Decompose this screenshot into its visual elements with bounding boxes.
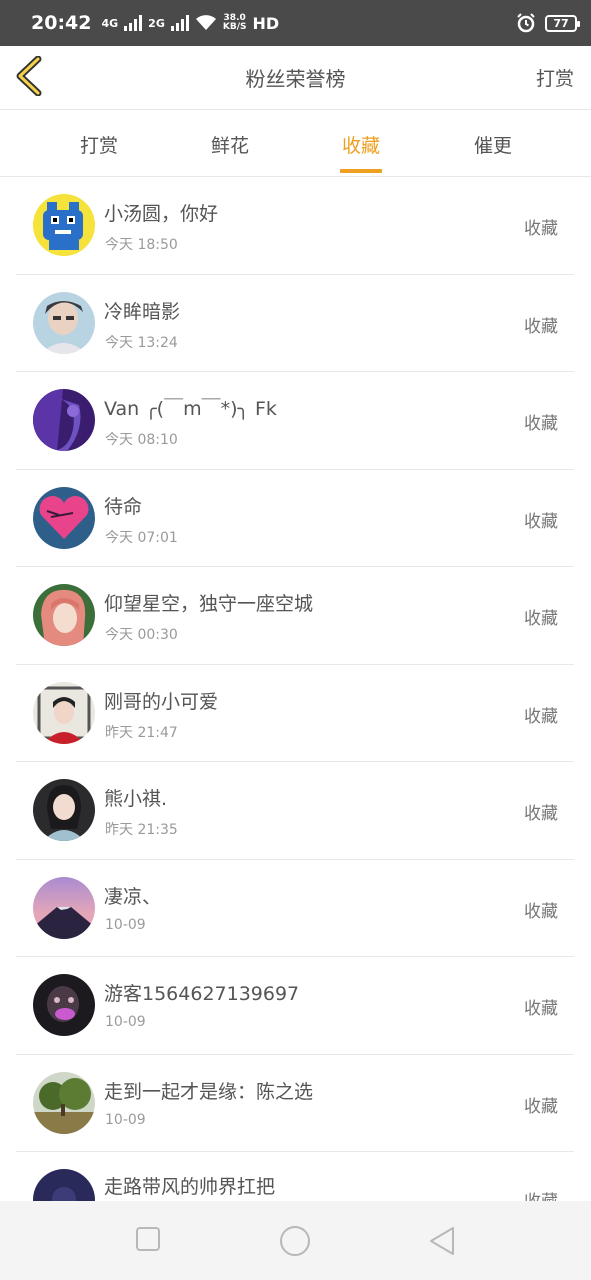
chevron-left-icon (16, 56, 42, 96)
fan-name: 刚哥的小可爱 (104, 690, 219, 713)
reward-button[interactable]: 打赏 (536, 64, 574, 91)
active-tab-indicator (340, 169, 382, 173)
fan-action-label: 收藏 (524, 511, 558, 532)
list-item[interactable]: 冷眸暗影 今天 13:24 收藏 (16, 275, 574, 372)
network-indicators: 4G 2G 38.0 KB/S HD (101, 14, 279, 33)
signal-icon (124, 15, 143, 31)
fan-time: 10-09 (105, 1111, 146, 1128)
fan-name: 走路带风的帅界扛把 (104, 1176, 276, 1198)
avatar (33, 291, 95, 354)
system-navigation-bar (0, 1201, 591, 1280)
network-speed: 38.0 KB/S (222, 13, 247, 32)
top-navigation-bar: 粉丝荣誉榜 打赏 (0, 46, 591, 110)
fan-name: 凄凉、 (104, 885, 162, 908)
tab-reward[interactable]: 打赏 (49, 111, 149, 177)
fan-name: 走到一起才是缘：陈之选 (104, 1080, 314, 1103)
fan-time: 10-09 (105, 1014, 146, 1030)
fan-name: Van ╭(￣m￣*)╮ Fk (104, 398, 277, 420)
tab-favorites[interactable]: 收藏 (311, 111, 411, 177)
fan-action-label: 收藏 (524, 804, 558, 824)
fan-action-label: 收藏 (524, 316, 558, 337)
network-2g-label: 2G (148, 16, 165, 30)
fan-name: 熊小祺. (104, 788, 168, 810)
fan-action-label: 收藏 (524, 219, 558, 239)
fan-action-label: 收藏 (524, 414, 558, 434)
fan-time: 今天 18:50 (105, 237, 178, 253)
avatar (33, 194, 95, 256)
wifi-icon (195, 15, 216, 30)
alarm-icon (517, 13, 535, 33)
avatar (33, 584, 95, 646)
fan-time: 今天 07:01 (105, 529, 178, 546)
fan-list: 小汤圆，你好 今天 18:50 收藏 冷眸暗影 今天 13:24 收藏 Van … (16, 177, 574, 1232)
fan-action-label: 收藏 (524, 901, 558, 922)
fan-name: 冷眸暗影 (104, 300, 181, 323)
network-4g-label: 4G (101, 16, 119, 30)
status-right: 77 (516, 13, 580, 33)
tab-flowers[interactable]: 鲜花 (180, 111, 280, 177)
list-item[interactable]: 凄凉、 10-09 收藏 (16, 860, 574, 957)
list-item[interactable]: 游客1564627139697 10-09 收藏 (16, 957, 574, 1055)
avatar (33, 389, 95, 451)
back-button[interactable] (14, 54, 48, 98)
fan-action-label: 收藏 (524, 999, 558, 1019)
square-icon[interactable] (134, 1225, 162, 1253)
circle-icon[interactable] (279, 1225, 311, 1257)
list-item[interactable]: Van ╭(￣m￣*)╮ Fk 今天 08:10 收藏 (16, 372, 574, 470)
fan-name: 仰望星空，独守一座空城 (104, 593, 314, 615)
tab-urge-update[interactable]: 催更 (443, 111, 543, 177)
page-title: 粉丝荣誉榜 (245, 67, 346, 91)
fan-time: 昨天 21:47 (105, 724, 178, 741)
fan-time: 10-09 (105, 916, 146, 933)
fan-name: 游客1564627139697 (104, 983, 300, 1005)
avatar (33, 486, 95, 549)
list-item[interactable]: 走到一起才是缘：陈之选 10-09 收藏 (16, 1055, 574, 1152)
list-item[interactable]: 仰望星空，独守一座空城 今天 00:30 收藏 (16, 567, 574, 665)
status-bar: 20:42 4G 2G 38.0 KB/S HD 77 (0, 0, 591, 46)
fan-time: 今天 08:10 (105, 432, 178, 448)
avatar (33, 681, 95, 744)
fan-name: 待命 (104, 495, 143, 518)
signal-icon-2 (170, 15, 189, 31)
fan-time: 今天 00:30 (105, 627, 178, 643)
fan-action-label: 收藏 (524, 609, 558, 629)
hd-label: HD (252, 13, 280, 33)
list-item[interactable]: 待命 今天 07:01 收藏 (16, 470, 574, 567)
list-item[interactable]: 小汤圆，你好 今天 18:50 收藏 (16, 177, 574, 275)
avatar (33, 876, 95, 939)
fan-time: 昨天 21:35 (105, 822, 178, 838)
avatar (33, 779, 95, 841)
fan-action-label: 收藏 (524, 706, 558, 727)
status-time: 20:42 (31, 12, 92, 34)
list-item[interactable]: 刚哥的小可爱 昨天 21:47 收藏 (16, 665, 574, 762)
avatar (33, 974, 95, 1036)
fan-action-label: 收藏 (524, 1096, 558, 1117)
avatar (33, 1071, 95, 1134)
triangle-back-icon[interactable] (428, 1225, 456, 1257)
fan-time: 今天 13:24 (105, 334, 178, 351)
battery-icon: 77 (545, 14, 580, 32)
tab-bar: 打赏 鲜花 收藏 催更 (0, 111, 591, 177)
fan-name: 小汤圆，你好 (104, 203, 219, 225)
list-item[interactable]: 熊小祺. 昨天 21:35 收藏 (16, 762, 574, 860)
